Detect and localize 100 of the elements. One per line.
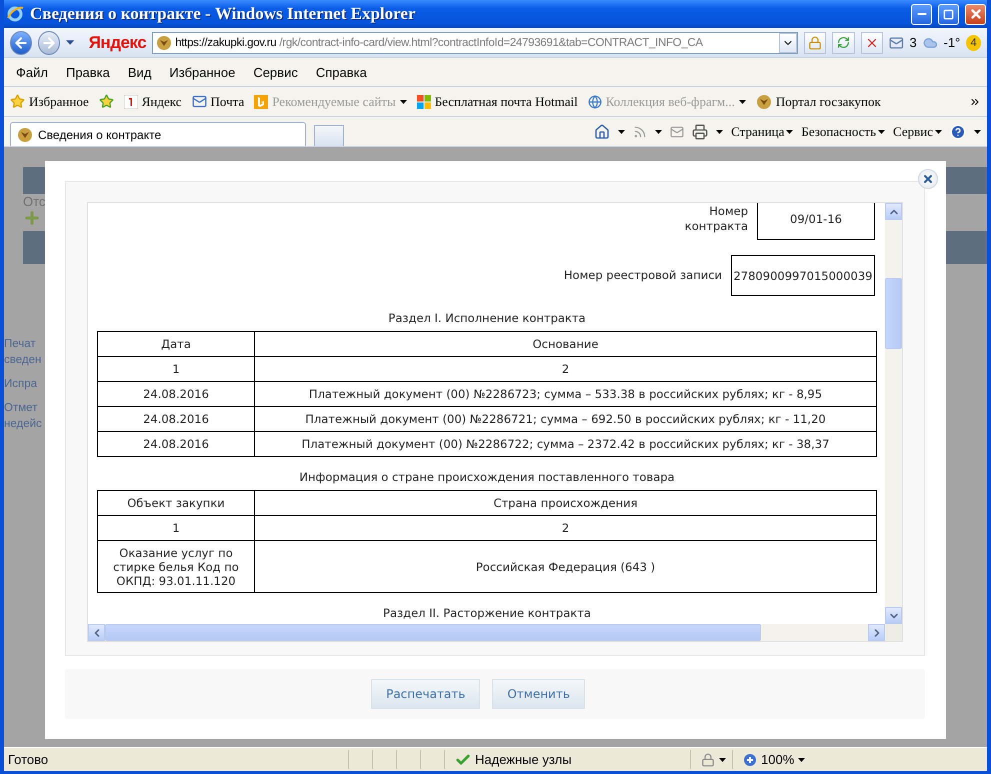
column-header: Дата: [98, 332, 254, 356]
horizontal-scrollbar[interactable]: [88, 624, 885, 641]
windows-logo-icon: [416, 94, 431, 108]
favorites-button[interactable]: Избранное: [10, 94, 89, 110]
column-header: Основание: [254, 332, 876, 356]
address-field[interactable]: https://zakupki.gov.ru /rgk/contract-info-card/view.html?contractInfoId=24793691&tab=CONTRACT_INFO_CA: [152, 32, 798, 54]
add-icon: [23, 209, 41, 227]
security-zone: Надежные узлы: [475, 752, 572, 767]
menu-item[interactable]: Правка: [60, 64, 116, 80]
caret-icon: [716, 130, 724, 134]
section-title: Информация о стране происхождения поставленного товара: [298, 470, 676, 485]
field-value: 09/01-16: [757, 203, 875, 240]
protected-mode-icon[interactable]: [701, 752, 715, 766]
scroll-left-button[interactable]: [88, 624, 105, 641]
emblem-icon: [156, 34, 172, 50]
field-label: Номер реестровой записи: [564, 268, 722, 283]
menu-item[interactable]: Файл: [10, 64, 54, 80]
cancel-button[interactable]: Отменить: [492, 679, 585, 709]
emblem-icon: [17, 126, 33, 142]
dropdown-button[interactable]: [779, 32, 798, 52]
caret-icon: [786, 130, 794, 134]
print-button[interactable]: Распечатать: [371, 679, 480, 709]
command-menu[interactable]: Страница: [731, 124, 794, 140]
menu-item[interactable]: Избранное: [163, 64, 242, 80]
menu-item[interactable]: Сервис: [247, 64, 304, 80]
browser-tab[interactable]: Сведения о контракте: [10, 122, 306, 146]
web-page-icon: [588, 94, 602, 108]
table-cell: 24.08.2016: [98, 382, 254, 406]
table-cell: Платежный документ (00) №2286722; сумма – 2372.42 в российских рублях; кг - 38,37: [254, 432, 876, 456]
add-favorite-icon[interactable]: [98, 94, 114, 109]
envelope-icon: [192, 94, 207, 109]
home-icon[interactable]: [594, 124, 610, 140]
column-number: 1: [98, 516, 254, 540]
yandex-logo-icon: [124, 94, 138, 108]
close-icon: [968, 7, 982, 21]
caret-icon: [974, 130, 981, 134]
caret-icon: [719, 758, 726, 762]
feed-icon[interactable]: [633, 124, 648, 138]
favorite-link[interactable]: Бесплатная почта Hotmail: [416, 94, 578, 110]
scrollbar-corner: [885, 624, 902, 641]
emblem-icon: [756, 94, 772, 110]
browser-logo-icon: [6, 5, 24, 23]
scroll-right-button[interactable]: [868, 624, 885, 641]
status-text: Готово: [8, 752, 48, 767]
back-button[interactable]: [10, 30, 32, 54]
forward-button[interactable]: [38, 30, 60, 54]
security-lock-button[interactable]: [804, 32, 826, 54]
table-cell: Российская Федерация (643 ): [254, 540, 876, 592]
field-value: 2780900997015000039: [731, 255, 875, 296]
maximize-icon: [943, 8, 954, 20]
minimize-button[interactable]: [911, 4, 932, 24]
mail-count: 3: [910, 35, 917, 50]
history-caret-icon[interactable]: [66, 40, 75, 45]
caret-icon: [798, 758, 806, 762]
print-icon[interactable]: [692, 124, 708, 140]
column-number: 1: [98, 356, 254, 382]
table-cell: 24.08.2016: [98, 432, 254, 456]
favorite-link[interactable]: Почта: [192, 94, 244, 110]
scroll-thumb[interactable]: [105, 624, 761, 641]
scroll-thumb[interactable]: [885, 278, 902, 349]
vertical-scrollbar[interactable]: [885, 203, 902, 624]
window-title: Сведения о контракте - Windows Internet Explorer: [30, 4, 416, 24]
arrow-right-icon: [41, 34, 58, 50]
maximize-button[interactable]: [938, 4, 959, 24]
star-icon: [10, 94, 25, 109]
table-cell: 24.08.2016: [98, 406, 254, 432]
menu-item[interactable]: Справка: [310, 64, 373, 80]
favorite-link[interactable]: Яндекс: [124, 94, 182, 110]
column-number: 2: [254, 516, 876, 540]
help-icon[interactable]: [950, 124, 966, 140]
column-header: Объект закупки: [98, 490, 254, 516]
temperature-label: -1°: [943, 35, 960, 50]
field-label: Номер контракта: [684, 204, 748, 234]
caret-icon: [655, 130, 662, 134]
refresh-button[interactable]: [832, 32, 855, 54]
bing-logo-icon: [254, 94, 268, 108]
section-title: Раздел I. Исполнение контракта: [387, 311, 587, 326]
zoom-icon[interactable]: [743, 752, 757, 766]
search-brand-label[interactable]: Яндекс: [88, 32, 146, 52]
stop-button[interactable]: [860, 32, 883, 54]
refresh-icon: [837, 36, 850, 49]
table-cell: Платежный документ (00) №2286723; сумма – 533.38 в российских рублях; кг - 8,95: [254, 382, 876, 406]
mail-icon[interactable]: [670, 124, 684, 138]
column-number: 2: [254, 356, 876, 382]
favorite-link[interactable]: Портал госзакупок: [756, 94, 881, 110]
notification-badge[interactable]: 4: [966, 34, 981, 50]
scroll-down-button[interactable]: [885, 607, 902, 624]
mail-icon[interactable]: [888, 34, 904, 50]
command-menu[interactable]: Сервис: [893, 124, 942, 140]
menu-item[interactable]: Вид: [122, 64, 158, 80]
lock-icon: [808, 36, 822, 50]
column-header: Страна происхождения: [254, 490, 876, 516]
zoom-level[interactable]: 100%: [761, 752, 794, 767]
caret-icon: [618, 130, 626, 134]
close-button[interactable]: [918, 169, 938, 189]
close-icon: [922, 173, 934, 185]
command-menu[interactable]: Безопасность: [801, 124, 886, 140]
caret-icon: [935, 130, 942, 134]
scroll-up-button[interactable]: [885, 203, 902, 220]
caret-icon: [878, 130, 886, 134]
